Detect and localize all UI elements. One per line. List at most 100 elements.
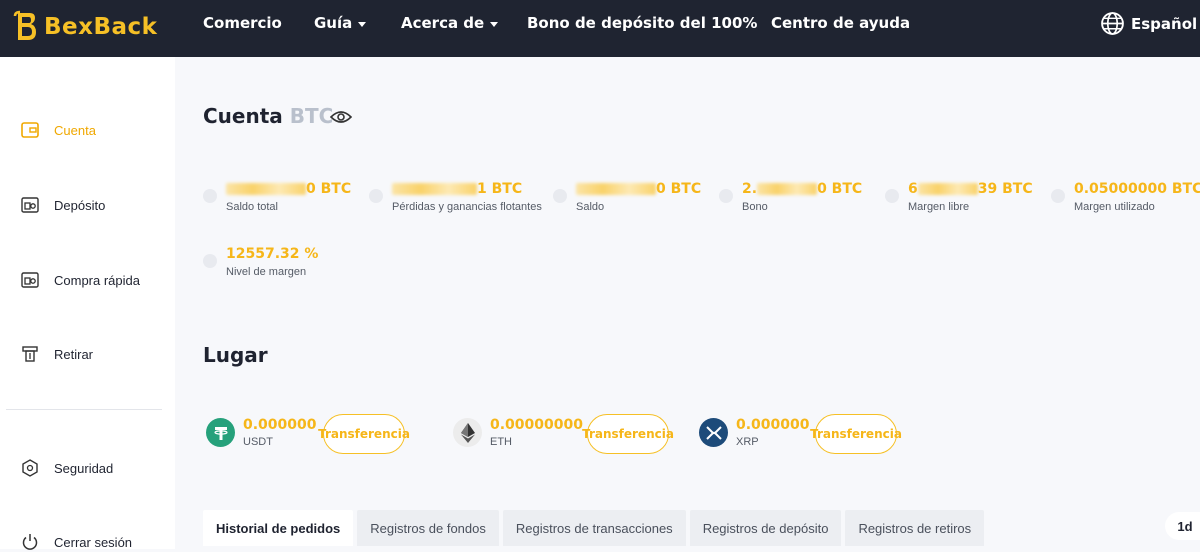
stat-dot [553,189,567,203]
logo-icon [13,10,36,40]
tab-registros-retiros[interactable]: Registros de retiros [845,510,985,546]
main-content: Cuenta BTC 0 BTC Saldo total 1 BTC Pérdi… [175,57,1200,549]
coin-value: 0.000000 [243,417,317,433]
masked-value [226,183,306,195]
stat-label: Nivel de margen [226,266,307,278]
stat-value: 0 BTC [226,181,351,197]
stat-dot [1051,189,1065,203]
eye-icon[interactable] [330,110,352,124]
stat-saldo-total: 0 BTC Saldo total [203,181,351,213]
tab-registros-transacciones[interactable]: Registros de transacciones [502,510,686,546]
nav-item-label: Comercio [203,14,282,32]
nav-item-acerca[interactable]: Acerca de [401,14,499,32]
stat-value-text: 2. [742,181,758,197]
coin-xrp: 0.000000 XRP [699,417,810,448]
transfer-button-usdt[interactable]: Transferencia [318,414,410,454]
sidebar-divider [6,409,162,410]
sidebar-item-seguridad[interactable]: Seguridad [20,458,113,478]
tab-historial-pedidos[interactable]: Historial de pedidos [203,510,354,546]
masked-value [757,183,818,195]
account-title-text: Cuenta [203,104,283,128]
sidebar-item-label: Depósito [54,197,106,213]
sidebar-item-label: Seguridad [54,460,114,476]
sidebar-item-label: Cuenta [54,122,96,138]
nav-item-ayuda[interactable]: Centro de ayuda [771,14,910,32]
stat-value: 0 BTC [576,181,701,197]
coin-symbol: XRP [736,436,759,448]
nav-item-label: Acerca de [401,14,485,32]
stat-label: Pérdidas y ganancias flotantes [392,201,542,213]
language-selector[interactable]: Español [1100,11,1197,36]
withdraw-icon [20,344,40,364]
stat-value-text: 6 [908,181,918,197]
coin-symbol: ETH [490,436,512,448]
stat-value-text: 0 BTC [656,181,702,197]
transfer-button-xrp[interactable]: Transferencia [810,414,902,454]
deposit-icon [20,195,40,215]
nav-item-guia[interactable]: Guía [314,14,367,32]
sidebar-item-retirar[interactable]: Retirar [20,344,93,364]
coin-usdt: 0.000000 USDT [206,417,317,448]
sidebar-item-label: Cerrar sesión [54,534,133,550]
masked-value [917,183,978,195]
power-icon [20,532,40,552]
nav-item-label: Centro de ayuda [771,14,911,32]
caret-down-icon [358,21,367,27]
caret-down-icon [490,21,499,27]
coin-value: 0.000000 [736,417,810,433]
stat-value-text: 0 BTC [306,181,352,197]
stat-dot [369,189,383,203]
stat-saldo: 0 BTC Saldo [553,181,701,213]
stat-bono: 2. 0 BTC Bono [719,181,862,213]
tab-registros-deposito[interactable]: Registros de depósito [689,510,842,546]
nav-item-comercio[interactable]: Comercio [203,14,282,32]
coin-eth: 0.00000000 ETH [453,417,583,448]
wallet-icon [20,120,40,140]
usdt-icon [206,418,235,447]
brand-name: BexBack [44,14,158,40]
stat-value: 2. 0 BTC [742,181,862,197]
stat-label: Bono [742,201,768,213]
sidebar-item-cuenta[interactable]: Cuenta [20,120,96,140]
stat-dot [719,189,733,203]
globe-icon [1101,12,1124,35]
stat-margen-utilizado: 0.05000000 BTC Margen utilizado [1051,181,1200,213]
stat-value: 1 BTC [392,181,542,197]
stat-value: 6 39 BTC [908,181,1033,197]
stat-value-text: 0 BTC [817,181,863,197]
stat-margen-libre: 6 39 BTC Margen libre [885,181,1033,213]
sidebar-item-deposito[interactable]: Depósito [20,195,105,215]
masked-value [392,183,477,195]
sidebar-item-label: Retirar [54,346,94,362]
stat-value-text: 39 BTC [977,181,1033,197]
sidebar-item-cerrar-sesion[interactable]: Cerrar sesión [20,532,132,552]
nav-item-bono[interactable]: Bono de depósito del 100% [527,14,757,32]
stat-label: Saldo [576,201,605,213]
nav-item-label: Guía [314,14,353,32]
transfer-button-eth[interactable]: Transferencia [582,414,674,454]
nav-item-label: Bono de depósito del 100% [527,14,758,32]
stat-dot [885,189,899,203]
stat-dot [203,189,217,203]
stat-nivel-margen: 12557.32 % Nivel de margen [203,246,318,278]
eth-icon [453,418,482,447]
stat-value: 12557.32 % [226,246,319,262]
stat-label: Margen libre [908,201,970,213]
coin-symbol: USDT [243,436,273,448]
sidebar-item-label: Compra rápida [54,272,140,288]
account-currency: BTC [289,104,334,128]
brand-logo[interactable]: BexBack [12,10,157,44]
stat-value: 0.05000000 BTC [1074,181,1200,197]
top-nav: BexBack Comercio Guía Acerca de Bono de … [0,0,1200,57]
xrp-icon [699,418,728,447]
stat-dot [203,254,217,268]
stat-label: Saldo total [226,201,278,213]
masked-value [576,183,656,195]
sidebar-item-compra-rapida[interactable]: Compra rápida [20,270,140,290]
records-tabs: Historial de pedidos Registros de fondos… [203,510,985,546]
tab-registros-fondos[interactable]: Registros de fondos [357,510,499,546]
quick-buy-icon [20,270,40,290]
period-selector[interactable]: 1d [1165,512,1200,540]
language-label: Español [1131,14,1198,33]
stat-value-text: 1 BTC [477,181,523,197]
